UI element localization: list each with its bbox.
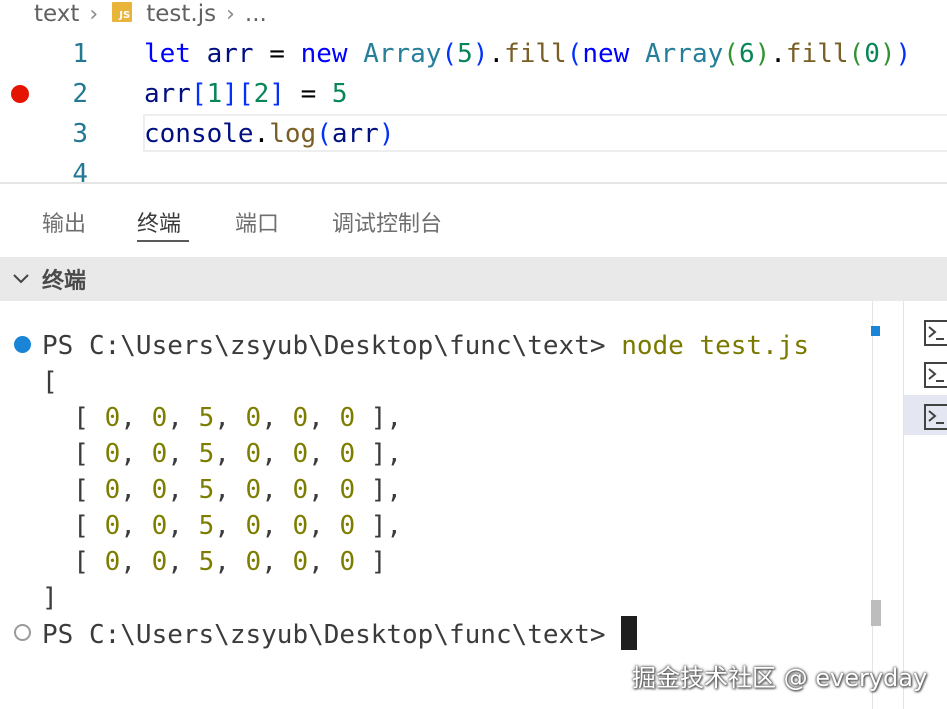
terminal-line: [ (42, 367, 58, 397)
terminal-line: ] (42, 583, 58, 613)
array-row: [ 0, 0, 5, 0, 0, 0 ], (42, 403, 403, 433)
breadcrumb-more[interactable]: ... (245, 1, 267, 27)
terminal-section-title: 终端 (42, 269, 87, 294)
chevron-right-icon: › (89, 1, 99, 27)
terminal-instance[interactable] (904, 353, 947, 393)
javascript-file-icon: JS (112, 2, 133, 22)
terminal-icon (924, 320, 947, 346)
chevron-right-icon: › (226, 1, 235, 27)
terminal-cursor (621, 616, 638, 650)
editor-line[interactable]: 2 arr[1][2] = 5 (0, 74, 947, 114)
breadcrumb: text › JS test.js › ... (0, 0, 947, 28)
tab-debug-console[interactable]: 调试控制台 (332, 206, 442, 238)
array-row: [ 0, 0, 5, 0, 0, 0 ], (42, 475, 403, 505)
scrollbar-thumb[interactable] (871, 600, 881, 626)
code-line-2[interactable]: arr[1][2] = 5 (144, 74, 348, 114)
terminal-line-prompt[interactable]: PS C:\Users\zsyub\Desktop\func\text> (42, 616, 638, 653)
terminal-instance-active[interactable] (904, 395, 947, 435)
terminal-prompt: PS C:\Users\zsyub\Desktop\func\text> (42, 620, 622, 650)
code-editor[interactable]: 1 let arr = new Array(5).fill(new Array(… (0, 34, 947, 189)
terminal-instance[interactable] (904, 311, 947, 351)
chevron-down-icon[interactable] (11, 269, 31, 289)
active-tab-indicator (137, 240, 189, 242)
line-number: 1 (72, 39, 88, 69)
line-number: 3 (72, 119, 88, 149)
terminal-icon (924, 404, 947, 430)
command-pending-icon[interactable] (14, 624, 31, 641)
breadcrumb-file[interactable]: test.js (146, 1, 216, 27)
line-number: 2 (72, 79, 88, 109)
scrollbar-marker (871, 326, 880, 336)
tab-terminal[interactable]: 终端 (137, 206, 181, 238)
terminal-line-command: PS C:\Users\zsyub\Desktop\func\text> nod… (42, 328, 809, 364)
editor-line[interactable]: 1 let arr = new Array(5).fill(new Array(… (0, 34, 947, 74)
tab-ports[interactable]: 端口 (235, 206, 279, 238)
panel-tabs: 输出 终端 端口 调试控制台 (0, 184, 947, 256)
terminal-scrollbar[interactable] (872, 301, 903, 709)
watermark: 掘金技术社区 @ everyday (632, 664, 928, 692)
command-success-icon[interactable] (14, 336, 31, 353)
code-line-1[interactable]: let arr = new Array(5).fill(new Array(6)… (144, 34, 911, 74)
array-row: [ 0, 0, 5, 0, 0, 0 ], (42, 511, 403, 541)
tab-output[interactable]: 输出 (42, 206, 86, 238)
terminal-output[interactable]: PS C:\Users\zsyub\Desktop\func\text> nod… (0, 301, 872, 709)
code-line-3[interactable]: console.log(arr) (144, 114, 394, 154)
terminal-prompt: PS C:\Users\zsyub\Desktop\func\text> (42, 331, 622, 361)
terminal-icon (924, 362, 947, 388)
array-row: [ 0, 0, 5, 0, 0, 0 ] (42, 547, 387, 577)
terminal-section-header[interactable]: 终端 (0, 257, 947, 301)
terminal-instances-list (903, 301, 947, 709)
editor-line-current[interactable]: 3 console.log(arr) (0, 114, 947, 154)
breadcrumb-folder[interactable]: text (34, 1, 79, 27)
array-row: [ 0, 0, 5, 0, 0, 0 ], (42, 439, 403, 469)
terminal-command: node test.js (621, 331, 810, 361)
